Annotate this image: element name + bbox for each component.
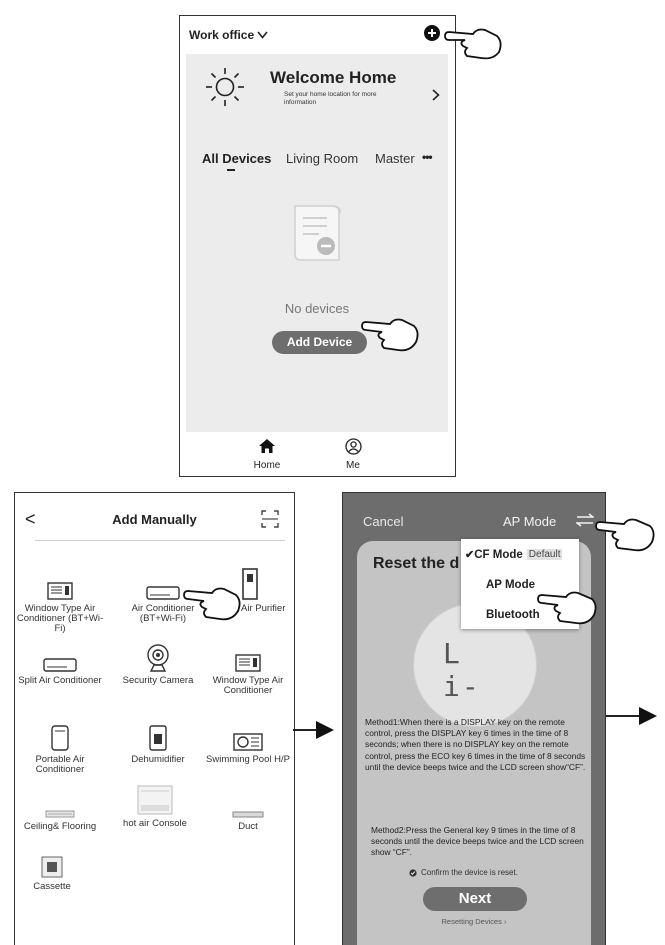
empty-state-text: No devices [284,301,350,316]
cancel-button[interactable]: Cancel [363,514,403,529]
flow-arrow-line [293,729,317,731]
sun-icon [206,68,244,106]
mode-menu: ✔ CF Mode Default AP Mode Bluetooth [461,539,579,629]
menu-item-ap-mode[interactable]: AP Mode [461,579,604,591]
welcome-title: Welcome Home [270,68,397,87]
tab-all-devices[interactable]: All Devices [202,151,271,166]
welcome-subtitle: Set your home location for more informat… [284,91,377,106]
method2-text: Method2:Press the General key 9 times in… [371,825,584,858]
menu-item-cf-mode[interactable]: ✔ CF Mode Default [461,548,579,561]
device-label: Security Camera [122,675,194,686]
device-fresh-air-purifier[interactable]: Fresh Air Purifier [205,568,295,614]
page-title: Add Manually [112,512,197,527]
pool-heatpump-icon [228,719,268,751]
console-icon [135,777,175,815]
device-window-ac-wifi[interactable]: Window Type Air Conditioner (BT+Wi-Fi) [15,568,105,634]
device-ac-wifi[interactable]: Air Conditioner (BT+Wi-Fi) [118,568,208,624]
device-swimming-pool-hp[interactable]: Swimming Pool H/P [203,719,293,765]
device-label: Split Air Conditioner [18,675,102,686]
confirm-reset-row[interactable]: Confirm the device is reset. [409,868,518,877]
resetting-devices-link[interactable]: Resetting Devices › [357,917,591,926]
device-label: Ceiling& Flooring [23,821,97,832]
reset-device-screen: Cancel AP Mode Reset the d L i- Method1:… [342,492,606,945]
device-label: Portable Air Conditioner [35,754,85,775]
switch-mode-icon[interactable] [576,513,594,527]
portable-ac-icon [40,719,80,751]
display-code: L i- [443,637,481,703]
tab-me-label: Me [346,460,360,471]
empty-document-icon [294,205,341,261]
divider [35,540,285,541]
check-circle-icon [409,868,417,877]
next-button[interactable]: Next [423,887,527,911]
device-security-camera[interactable]: Security Camera [113,640,203,686]
ceiling-unit-icon [40,786,80,818]
location-label: Work office [189,28,255,42]
camera-icon [138,640,178,672]
device-portable-ac[interactable]: Portable Air Conditioner [15,719,105,775]
device-duct[interactable]: Duct [203,786,293,832]
dialog-title: Reset the d [373,555,460,572]
flow-arrow-icon [316,721,334,739]
tab-me[interactable]: Me [333,438,373,471]
fresh-air-purifier-icon [230,568,270,600]
split-ac-icon [143,568,183,600]
tab-living-room[interactable]: Living Room [286,151,358,166]
device-label: Dehumidifier [131,754,185,765]
home-header: Work office [180,16,455,54]
add-manually-screen: < Add Manually Window Type Air Condition… [14,492,295,945]
scan-icon[interactable] [261,510,279,528]
device-label: Window Type Air Conditioner (BT+Wi-Fi) [16,603,104,634]
home-screen: Work office Welcome Home Set your home l… [179,15,456,477]
cassette-icon [32,846,72,878]
device-label: Cassette [33,881,71,892]
welcome-banner[interactable]: Welcome Home Set your home location for … [186,54,448,118]
device-window-ac[interactable]: Window Type Air Conditioner [203,640,293,696]
chevron-down-icon [257,31,268,39]
add-circle-icon[interactable] [424,25,440,41]
home-icon [259,439,275,453]
window-ac-icon [228,640,268,672]
split-ac-icon [40,640,80,672]
confirm-text: Confirm the device is reset. [421,868,518,877]
flow-arrow-line [604,715,640,717]
location-selector[interactable]: Work office [189,28,268,42]
tab-master[interactable]: Master [375,151,415,166]
duct-icon [228,786,268,818]
device-hot-air-console[interactable]: hot air Console [110,777,200,829]
device-label: Swimming Pool H/P [206,754,290,765]
device-label: Duct [238,821,258,832]
mode-label[interactable]: AP Mode [503,514,556,529]
add-device-button[interactable]: Add Device [272,331,367,354]
tab-home-label: Home [253,460,281,471]
dehumidifier-icon [138,719,178,751]
menu-item-bluetooth[interactable]: Bluetooth [461,609,604,621]
home-content: Welcome Home Set your home location for … [186,54,448,432]
default-badge: Default [526,549,563,560]
device-cassette[interactable]: Cassette [7,846,97,892]
window-ac-icon [40,568,80,600]
check-icon: ✔ [465,549,475,561]
device-label: Fresh Air Purifier [214,603,286,614]
method1-text: Method1:When there is a DISPLAY key on t… [365,717,586,772]
tab-home[interactable]: Home [247,438,287,471]
device-split-ac[interactable]: Split Air Conditioner [15,640,105,686]
bottom-tab-bar: Home Me [180,432,455,476]
chevron-right-icon [432,89,440,101]
device-label: hot air Console [123,818,187,829]
device-label: Window Type Air Conditioner [212,675,284,696]
menu-cf-label: CF Mode [474,548,523,561]
device-label: Air Conditioner (BT+Wi-Fi) [131,603,195,624]
device-dehumidifier[interactable]: Dehumidifier [113,719,203,765]
flow-arrow-icon [639,707,657,725]
device-ceiling-flooring[interactable]: Ceiling& Flooring [15,786,105,832]
person-icon [344,438,362,455]
more-tabs-icon[interactable]: ••• [422,150,433,164]
tab-active-indicator [227,169,235,171]
